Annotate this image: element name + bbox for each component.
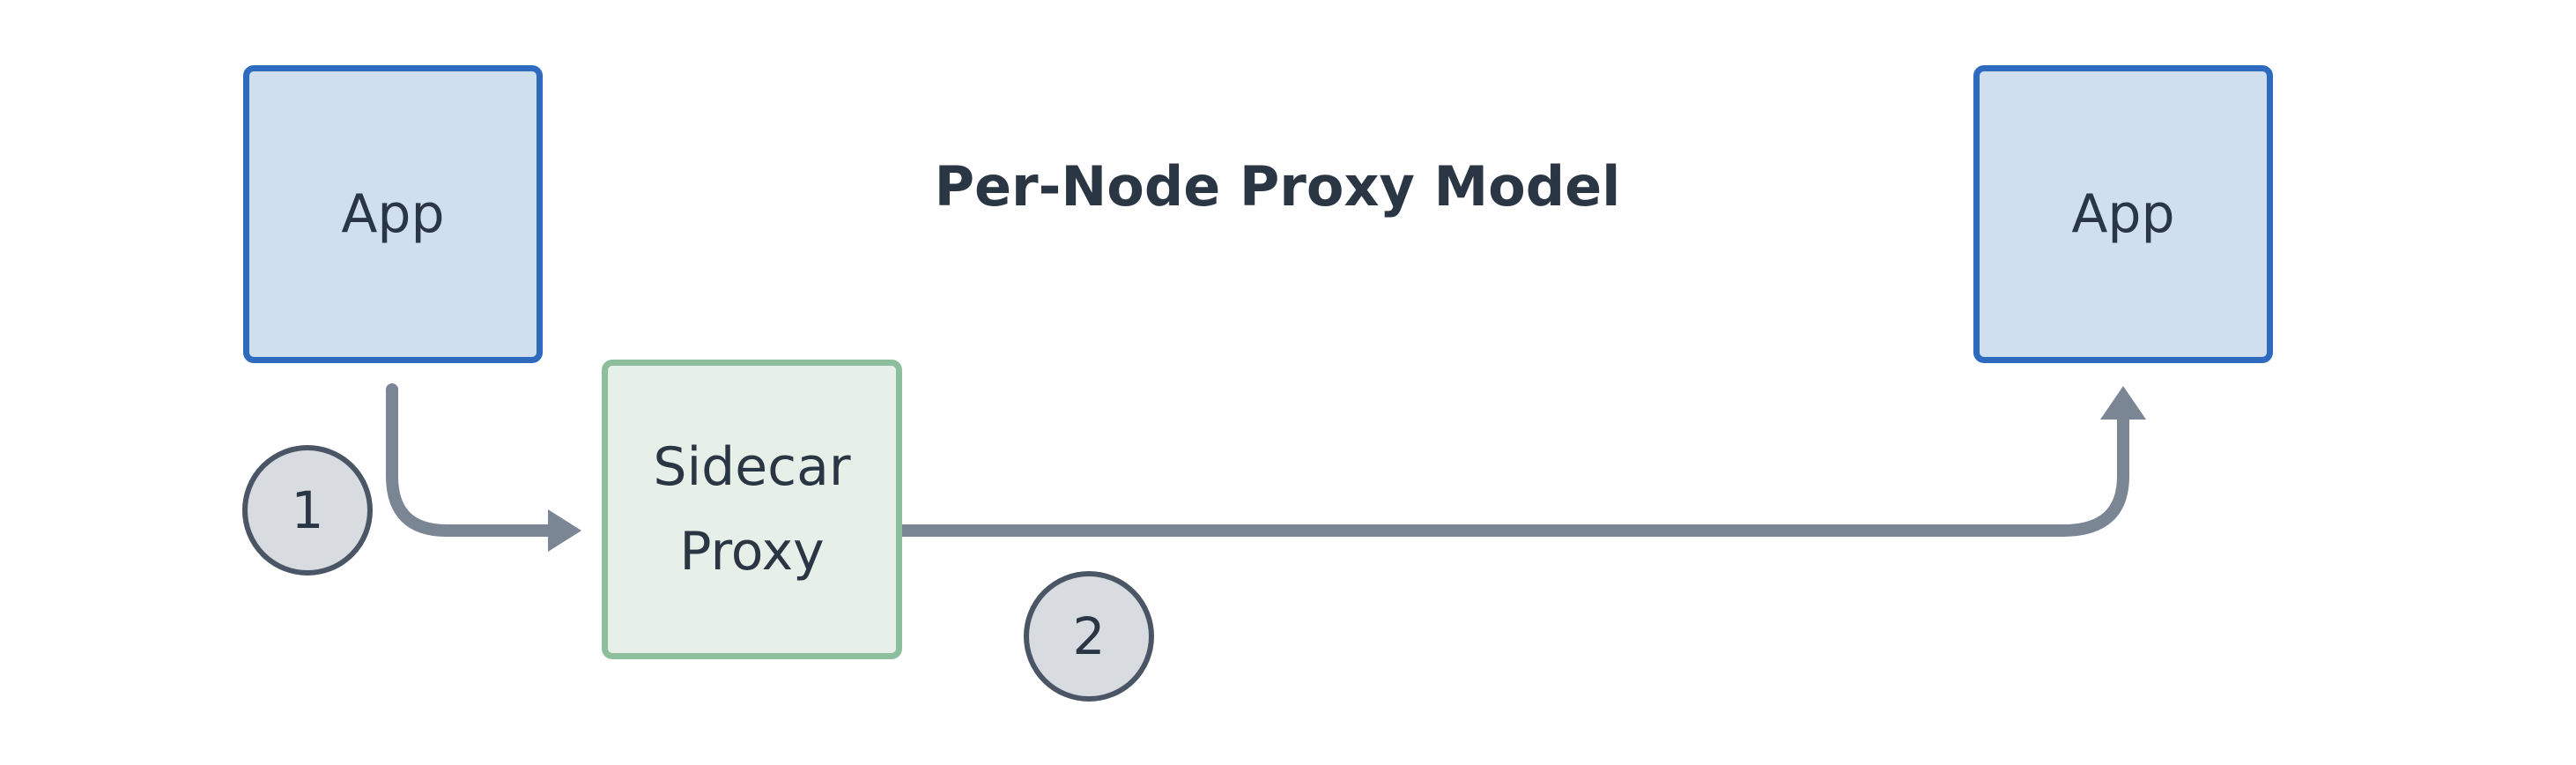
sidecar-proxy-node: Sidecar Proxy [602, 360, 902, 659]
app-node-right-label: App [2071, 183, 2175, 245]
connector-app-to-proxy [386, 383, 559, 537]
arrowhead-to-proxy [548, 509, 581, 552]
app-node-left-label: App [341, 183, 445, 245]
app-node-right: App [1973, 65, 2273, 363]
step-badge-1-label: 1 [291, 480, 324, 540]
app-node-left: App [243, 65, 543, 363]
step-badge-2-label: 2 [1072, 606, 1106, 666]
sidecar-proxy-label-line1: Sidecar [653, 436, 851, 498]
diagram-canvas: App Sidecar Proxy App Per-Node Proxy Mod… [0, 0, 2576, 765]
connector-proxy-to-app [889, 408, 2129, 537]
arrowhead-to-app [2100, 386, 2146, 420]
step-badge-1: 1 [242, 445, 373, 576]
diagram-title: Per-Node Proxy Model [934, 154, 1621, 219]
step-badge-2: 2 [1024, 571, 1154, 702]
sidecar-proxy-label-line2: Proxy [679, 521, 825, 583]
